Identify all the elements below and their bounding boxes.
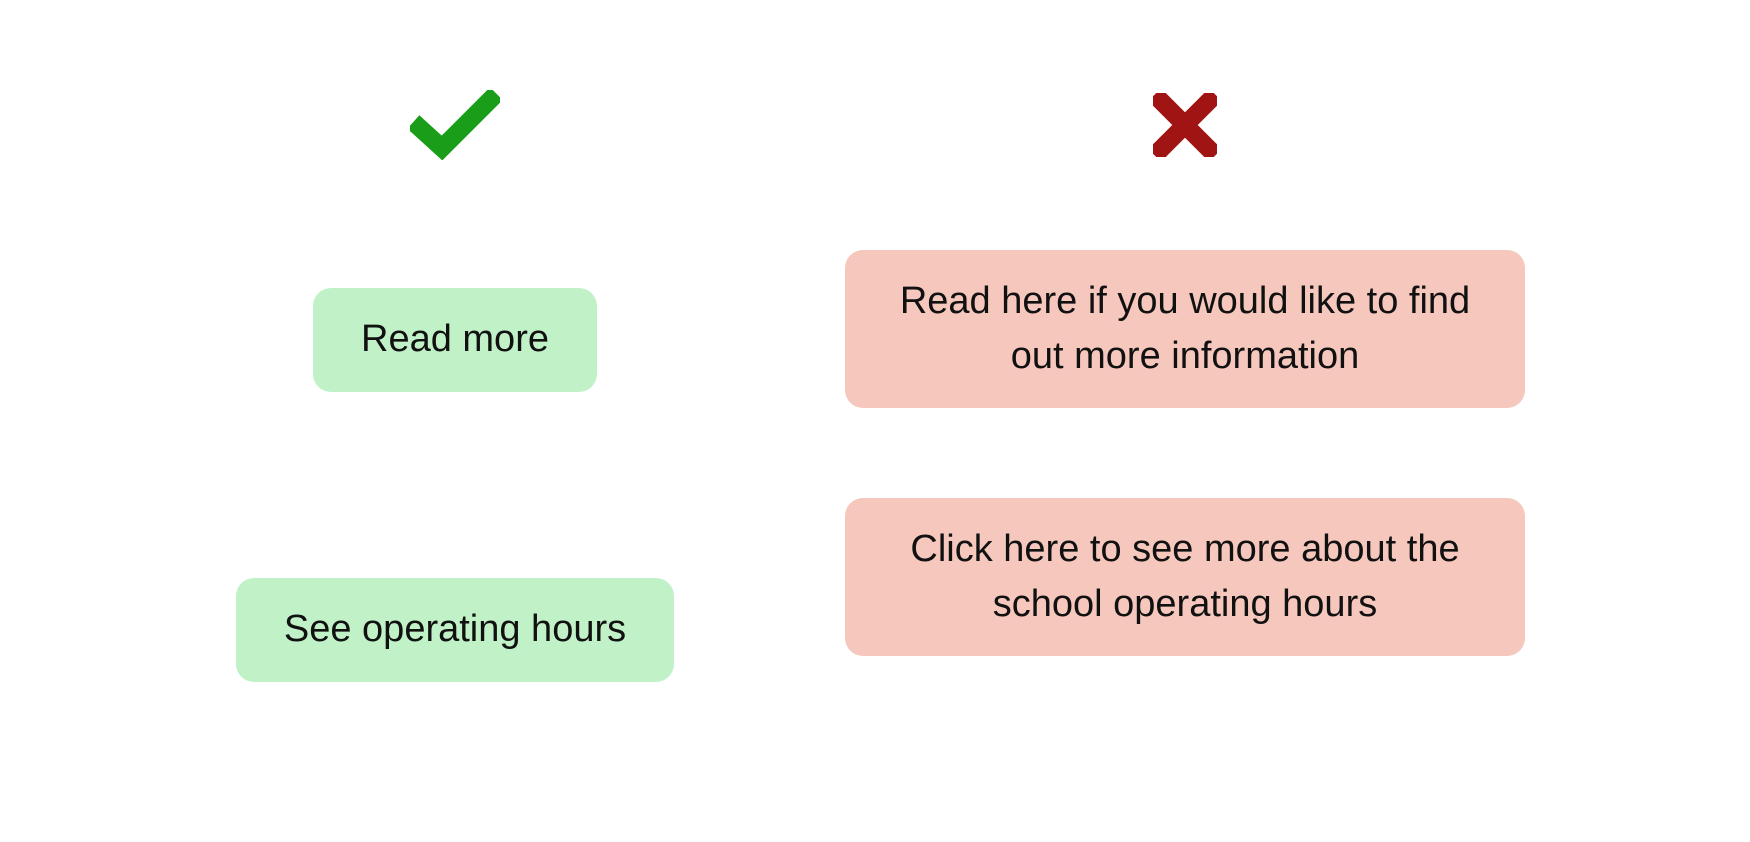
check-icon — [410, 90, 500, 160]
good-example-2-row: See operating hours — [236, 540, 674, 720]
good-button-read-more[interactable]: Read more — [313, 288, 597, 391]
good-example-1-row: Read more — [313, 250, 597, 430]
good-column: Read more See operating hours — [205, 90, 705, 842]
bad-button-read-more[interactable]: Read here if you would like to find out … — [845, 250, 1525, 408]
cross-icon — [1153, 90, 1217, 160]
good-button-operating-hours[interactable]: See operating hours — [236, 578, 674, 681]
bad-button-operating-hours[interactable]: Click here to see more about the school … — [845, 498, 1525, 656]
bad-example-1-row: Read here if you would like to find out … — [845, 250, 1525, 408]
comparison-container: Read more See operating hours Read here … — [205, 0, 1545, 842]
bad-example-2-row: Click here to see more about the school … — [845, 498, 1525, 656]
bad-column: Read here if you would like to find out … — [825, 90, 1545, 842]
